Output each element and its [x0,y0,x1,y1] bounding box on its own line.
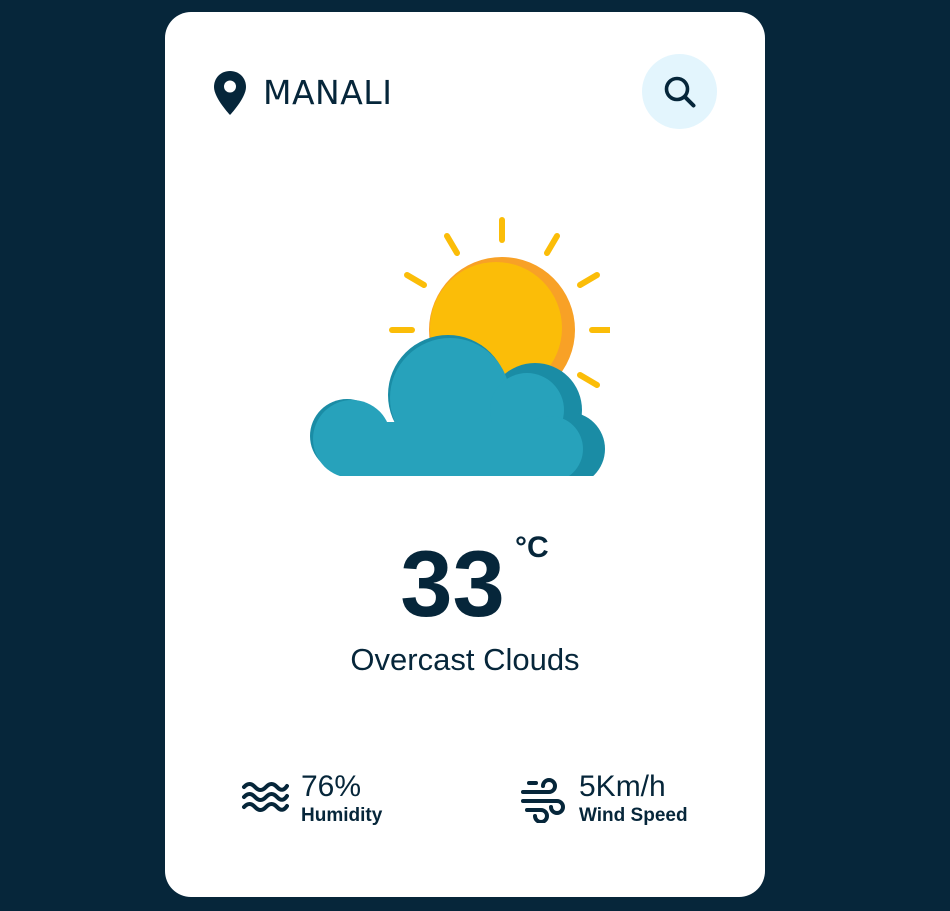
temperature-value: 33 [400,531,505,636]
location-name: MANALI [263,73,393,112]
partly-cloudy-sun-icon [310,217,610,482]
humidity-stat: 76% Humidity [241,770,382,828]
wind-icon [521,778,565,823]
weather-condition: Overcast Clouds [350,642,580,677]
weather-card: MANALI 33 °C Overcast Clouds 76% Humidit… [165,12,765,897]
humidity-value: 76% [301,770,362,803]
wind-label: Wind Speed [579,805,688,826]
wind-stat: 5Km/h Wind Speed [519,770,688,828]
humidity-label: Humidity [301,805,383,826]
temperature-display: 33 °C [165,531,765,636]
temperature-unit: °C [515,531,549,564]
search-button[interactable] [642,54,717,129]
search-icon [664,76,695,107]
wind-value: 5Km/h [579,770,666,803]
waves-icon [242,782,289,812]
map-pin-icon [214,71,246,115]
location-header: MANALI [211,70,392,116]
weather-illustration [310,212,610,482]
